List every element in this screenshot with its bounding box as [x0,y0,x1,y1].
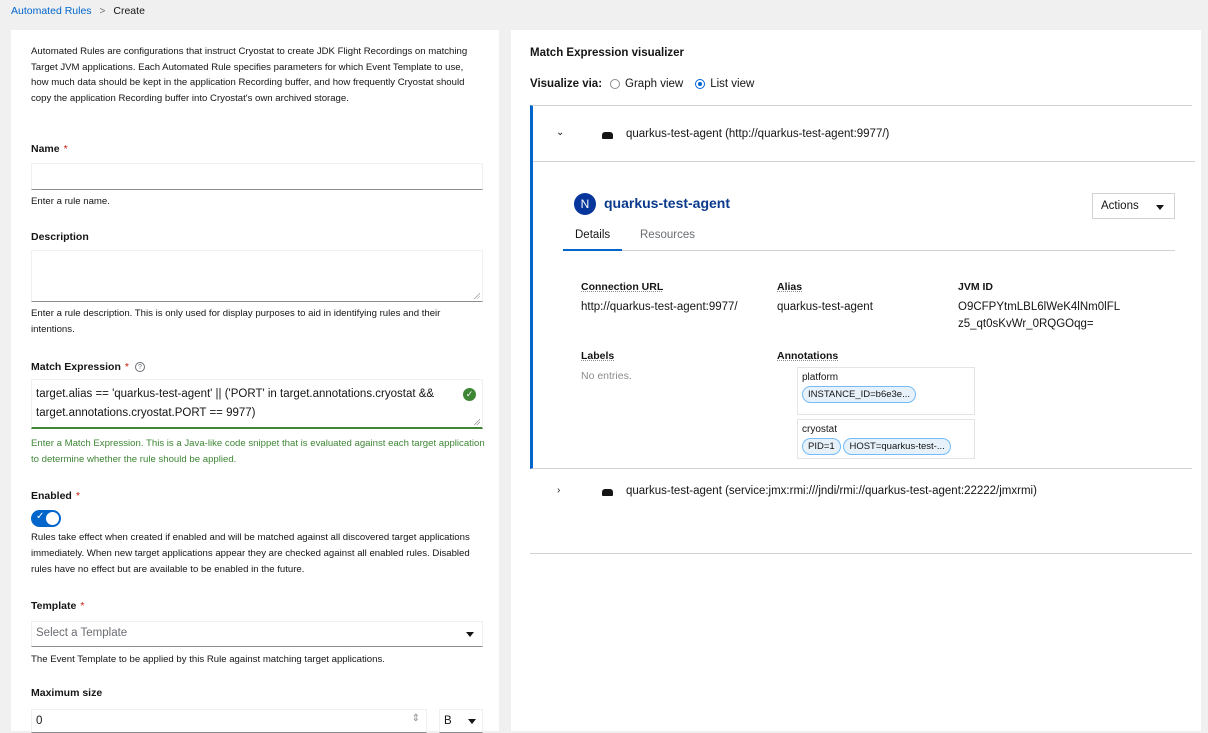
breadcrumb: Automated Rules > Create [0,0,1208,22]
template-label: Template * [31,600,84,612]
chevron-down-icon[interactable]: ⌄ [556,127,564,138]
annotation-group-name: cryostat [802,424,970,435]
jvm-id-value-line1: O9CFPYtmLBL6lWeK4lNm0lFL [958,299,1120,316]
radio-off-icon [610,79,620,89]
template-placeholder: Select a Template [36,627,127,639]
name-label: Name * [31,143,68,155]
template-helper: The Event Template to be applied by this… [31,652,486,668]
target-node-title: quarkus-test-agent (http://quarkus-test-… [626,128,889,140]
annotations-label: Annotations [777,350,838,362]
caret-down-icon [468,719,476,724]
breadcrumb-current: Create [113,5,145,17]
annotation-chip: INSTANCE_ID=b6e3e... [802,386,916,403]
resize-handle-icon[interactable] [473,292,480,299]
target-node-header[interactable]: ⌄ quarkus-test-agent (http://quarkus-tes… [533,106,1195,162]
annotation-chip: HOST=quarkus-test-... [843,438,950,455]
caret-down-icon [1156,205,1164,210]
graph-view-radio[interactable]: Graph view [610,78,683,90]
help-icon[interactable]: ? [135,362,145,372]
annotation-group-platform: platform INSTANCE_ID=b6e3e... [797,367,975,415]
breadcrumb-separator-icon: > [100,6,106,17]
breadcrumb-link-automated-rules[interactable]: Automated Rules [11,5,92,17]
visualize-via-label: Visualize via: [530,78,602,90]
annotation-group-name: platform [802,372,970,383]
description-label: Description [31,231,89,243]
resize-handle-icon[interactable] [473,418,480,425]
rule-form-panel: Automated Rules are configurations that … [11,30,499,731]
target-name: quarkus-test-agent [604,195,730,211]
caret-down-icon [466,632,474,637]
template-select[interactable]: Select a Template [31,621,483,647]
match-expression-label: Match Expression *? [31,361,145,373]
node-type-badge: N [574,193,596,215]
visualize-via-group: Visualize via: Graph view List view [530,78,766,90]
server-icon [602,132,613,139]
toggle-knob [46,512,59,525]
max-size-label: Maximum size [31,687,102,699]
details-tabs: Details Resources [563,228,1175,251]
chevron-right-icon[interactable]: › [557,485,560,496]
description-textarea[interactable] [31,250,483,302]
match-expression-visualizer-panel: Match Expression visualizer Visualize vi… [511,30,1201,731]
match-expression-textarea[interactable]: target.alias == 'quarkus-test-agent' || … [31,379,483,429]
alias-value: quarkus-test-agent [777,299,873,316]
check-icon: ✓ [36,511,44,522]
target-node-title: quarkus-test-agent (service:jmx:rmi:///j… [626,485,1037,497]
labels-label: Labels [581,350,614,362]
annotation-chip: PID=1 [802,438,841,455]
jvm-id-label: JVM ID [958,281,993,293]
connection-url-label: Connection URL [581,281,663,293]
connection-url-value: http://quarkus-test-agent:9977/ [581,299,738,316]
visualizer-title: Match Expression visualizer [530,47,684,59]
annotation-group-cryostat: cryostat PID=1 HOST=quarkus-test-... [797,419,975,459]
enabled-label: Enabled * [31,490,80,502]
match-expression-value: target.alias == 'quarkus-test-agent' || … [36,385,456,423]
actions-dropdown[interactable]: Actions [1092,193,1175,219]
tab-details[interactable]: Details [563,228,622,251]
match-expression-helper: Enter a Match Expression. This is a Java… [31,436,486,468]
target-node-collapsed[interactable]: › quarkus-test-agent (service:jmx:rmi://… [530,469,1192,554]
max-size-input[interactable]: 0 ⇕ [31,709,427,733]
enabled-helper: Rules take effect when created if enable… [31,530,486,578]
labels-empty: No entries. [581,368,632,385]
alias-label: Alias [777,281,802,293]
target-details-card: N quarkus-test-agent Actions Details Res… [561,189,1157,459]
tab-resources[interactable]: Resources [628,228,707,251]
form-intro-text: Automated Rules are configurations that … [31,44,471,106]
list-view-radio[interactable]: List view [695,78,754,90]
radio-on-icon [695,79,705,89]
enabled-toggle[interactable]: ✓ [31,510,61,527]
server-icon [602,489,613,496]
name-helper: Enter a rule name. [31,194,486,210]
valid-check-icon: ✓ [463,388,476,401]
spinner-icon[interactable]: ⇕ [412,713,420,724]
name-input[interactable] [31,163,483,190]
jvm-id-value-line2: z5_qt0sKvWr_0RQGOqg= [958,316,1094,333]
max-size-unit-select[interactable]: B [439,709,483,733]
required-mark: * [64,143,68,155]
target-node-expanded: ⌄ quarkus-test-agent (http://quarkus-tes… [530,105,1192,469]
description-helper: Enter a rule description. This is only u… [31,306,486,338]
